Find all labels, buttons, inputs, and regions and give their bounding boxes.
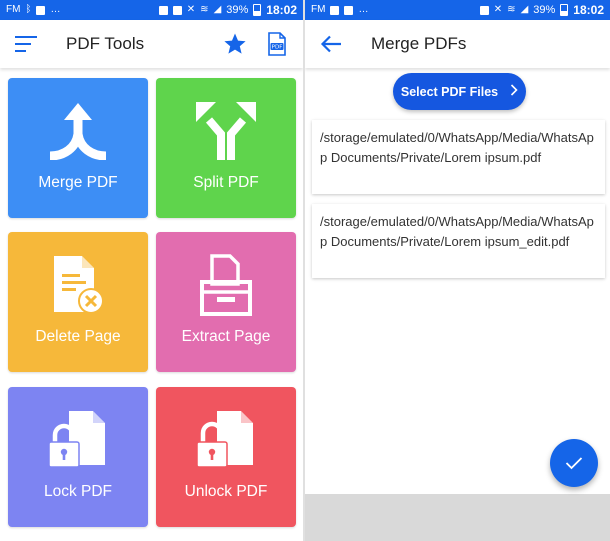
pdf-tools-screen: FM ᛒ … ✕ ≋ ◢ 39% 18:02 PDF Tools PDF Mer…: [0, 0, 303, 541]
status-left: FM ᛒ …: [6, 5, 60, 15]
unlock-pdf-icon: [196, 411, 253, 468]
app-bar: Merge PDFs: [305, 20, 610, 68]
file-path: /storage/emulated/0/WhatsApp/Media/Whats…: [320, 130, 594, 165]
image-icon: [344, 5, 354, 15]
lock-pdf-tile[interactable]: Lock PDF: [8, 387, 148, 527]
image-icon: [330, 5, 340, 15]
split-icon: [196, 102, 256, 160]
status-time: 18:02: [573, 3, 604, 17]
battery-icon: [560, 4, 569, 16]
image-icon: [36, 5, 46, 15]
more-icon: …: [358, 4, 369, 15]
image-icon: [172, 5, 182, 15]
status-left: FM …: [311, 5, 368, 15]
extract-page-icon: [200, 254, 252, 316]
pdf-file-icon[interactable]: PDF: [263, 30, 291, 58]
chevron-right-icon: [510, 84, 518, 99]
split-pdf-tile[interactable]: Split PDF: [156, 78, 296, 218]
alarm-icon: [479, 5, 489, 15]
star-icon[interactable]: [221, 30, 249, 58]
tile-label: Unlock PDF: [184, 483, 268, 500]
extract-page-tile[interactable]: Extract Page: [156, 232, 296, 372]
tile-label: Merge PDF: [38, 174, 118, 191]
tile-label: Extract Page: [181, 328, 271, 345]
check-icon: [565, 457, 583, 470]
merge-pdfs-screen: FM … ✕ ≋ ◢ 39% 18:02 Merge PDFs Select P…: [305, 0, 610, 541]
battery-icon: [253, 4, 262, 16]
more-icon: …: [50, 4, 61, 15]
app-bar: PDF Tools PDF: [0, 20, 303, 68]
merge-pdf-tile[interactable]: Merge PDF: [8, 78, 148, 218]
bottom-bar: [305, 494, 610, 541]
merge-icon: [49, 103, 107, 160]
file-list-item[interactable]: /storage/emulated/0/WhatsApp/Media/Whats…: [312, 204, 605, 278]
battery-percent: 39%: [533, 4, 556, 16]
bluetooth-icon: ᛒ: [25, 4, 32, 15]
alarm-icon: [158, 5, 168, 15]
tile-label: Split PDF: [193, 174, 259, 191]
page-title: PDF Tools: [66, 34, 145, 53]
select-pdf-files-button[interactable]: Select PDF Files: [393, 73, 526, 110]
wifi-icon: ≋: [507, 4, 516, 15]
status-right: ✕ ≋ ◢ 39% 18:02: [479, 3, 604, 17]
confirm-button[interactable]: [550, 439, 598, 487]
select-pdf-files-label: Select PDF Files: [400, 84, 499, 99]
svg-text:PDF: PDF: [272, 45, 283, 51]
delete-page-icon: [54, 256, 104, 314]
lock-pdf-icon: [48, 411, 105, 468]
wifi-icon: ≋: [200, 4, 209, 15]
tile-label: Lock PDF: [43, 483, 113, 500]
tile-label: Delete Page: [35, 328, 121, 345]
mute-icon: ✕: [186, 4, 196, 15]
page-title: Merge PDFs: [371, 34, 467, 53]
file-path: /storage/emulated/0/WhatsApp/Media/Whats…: [320, 214, 594, 249]
fm-radio-icon: FM: [311, 4, 326, 15]
signal-icon: ◢: [213, 4, 222, 15]
menu-icon[interactable]: [12, 30, 40, 58]
unlock-pdf-tile[interactable]: Unlock PDF: [156, 387, 296, 527]
status-bar: FM … ✕ ≋ ◢ 39% 18:02: [305, 0, 610, 20]
fm-radio-icon: FM: [6, 4, 21, 15]
status-bar: FM ᛒ … ✕ ≋ ◢ 39% 18:02: [0, 0, 303, 20]
battery-percent: 39%: [226, 4, 249, 16]
status-right: ✕ ≋ ◢ 39% 18:02: [158, 3, 297, 17]
delete-page-tile[interactable]: Delete Page: [8, 232, 148, 372]
file-list-item[interactable]: /storage/emulated/0/WhatsApp/Media/Whats…: [312, 120, 605, 194]
status-time: 18:02: [266, 3, 297, 17]
back-arrow-icon[interactable]: [317, 30, 345, 58]
signal-icon: ◢: [520, 4, 529, 15]
mute-icon: ✕: [493, 4, 503, 15]
